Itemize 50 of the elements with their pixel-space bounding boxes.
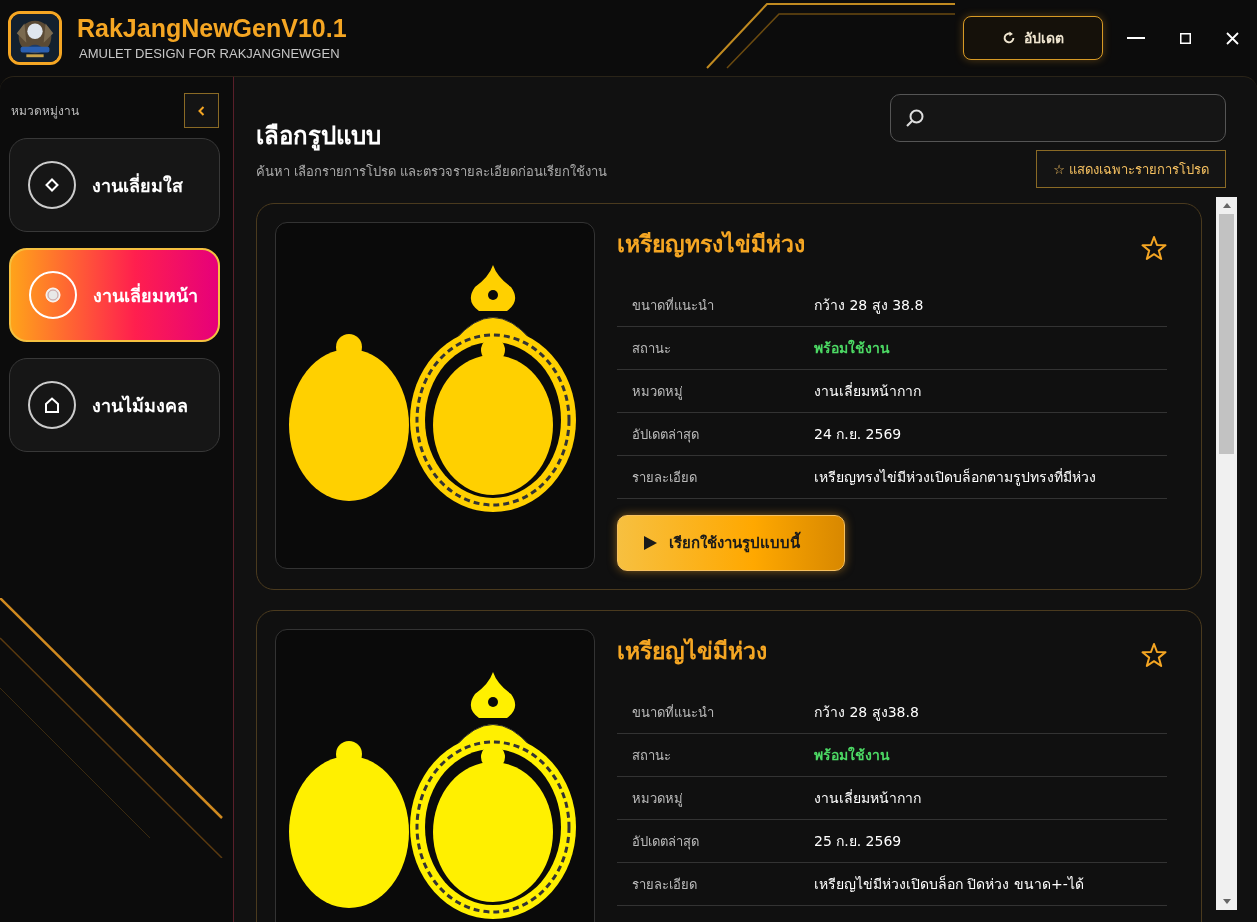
star-icon[interactable] — [1141, 642, 1167, 668]
field-label: รายละเอียด — [632, 875, 698, 894]
scroll-down-icon[interactable] — [1222, 899, 1231, 904]
status-value: พร้อมใช้งาน — [814, 338, 890, 358]
field-label: หมวดหมู่ — [632, 382, 684, 402]
field-value: เหรียญทรงไข่มีห่วงเปิดบล็อกตามรูปทรงที่มีห่วง — [814, 467, 1096, 488]
page-subtitle: ค้นหา เลือกรายการโปรด และตรวจรายละเอียดก่อนเรียกใช้งาน — [256, 163, 608, 181]
design-title: เหรียญไข่มีห่วง — [617, 637, 767, 667]
update-button[interactable]: อัปเดต — [963, 16, 1103, 60]
refresh-icon — [1002, 31, 1016, 45]
field-label: สถานะ — [632, 746, 672, 765]
field-value: งานเลี่ยมหน้ากาก — [814, 381, 921, 401]
field-value: งานเลี่ยมหน้ากาก — [814, 788, 921, 808]
field-label: อัปเดตล่าสุด — [632, 832, 700, 852]
search-icon — [905, 108, 925, 128]
category-item[interactable]: งานไม้มงคล — [9, 358, 220, 452]
field-label: รายละเอียด — [632, 468, 698, 487]
target-icon — [45, 287, 61, 303]
maximize-icon[interactable] — [1180, 32, 1191, 44]
field-label: หมวดหมู่ — [632, 789, 684, 809]
star-icon[interactable] — [1141, 235, 1167, 261]
chevron-left-icon — [198, 105, 205, 116]
field-label: อัปเดตล่าสุด — [632, 425, 700, 445]
field-label: ขนาดที่แนะนำ — [632, 703, 715, 722]
scrollbar[interactable] — [1216, 197, 1237, 910]
category-item[interactable]: งานเลี่ยมใส — [9, 138, 220, 232]
field-value: กว้าง 28 สูง 38.8 — [814, 296, 924, 316]
status-value: พร้อมใช้งาน — [814, 745, 890, 765]
scroll-up-icon[interactable] — [1222, 203, 1231, 208]
app-subtitle: AMULET DESIGN FOR RAKJANGNEWGEN — [79, 46, 341, 62]
search-field[interactable] — [890, 94, 1226, 142]
app-title: RakJangNewGenV10.1 — [77, 14, 347, 43]
diamond-icon — [45, 178, 59, 192]
close-icon[interactable] — [1226, 31, 1239, 45]
sidebar-heading: หมวดหมู่งาน — [11, 103, 79, 120]
use-design-button[interactable]: เรียกใช้งานรูปแบบนี้ — [617, 515, 845, 571]
field-value: เหรียญไข่มีห่วงเปิดบล็อก ปิดห่วง ขนาด+-ได้ — [814, 874, 1084, 894]
field-value: 25 ก.ย. 2569 — [814, 832, 902, 851]
house-icon — [44, 397, 60, 413]
field-value: 24 ก.ย. 2569 — [814, 425, 902, 444]
design-title: เหรียญทรงไข่มีห่วง — [617, 230, 805, 260]
play-icon — [644, 536, 657, 550]
field-value: กว้าง 28 สูง38.8 — [814, 703, 919, 723]
scrollbar-thumb[interactable] — [1219, 214, 1234, 454]
favorites-filter-button[interactable]: ☆ แสดงเฉพาะรายการโปรด — [1036, 150, 1226, 188]
collapse-button[interactable] — [184, 93, 219, 128]
page-title: เลือกรูปแบบ — [256, 121, 382, 153]
field-label: ขนาดที่แนะนำ — [632, 296, 715, 315]
category-item[interactable]: งานเลี่ยมหน้า — [9, 248, 220, 342]
field-label: สถานะ — [632, 339, 672, 358]
